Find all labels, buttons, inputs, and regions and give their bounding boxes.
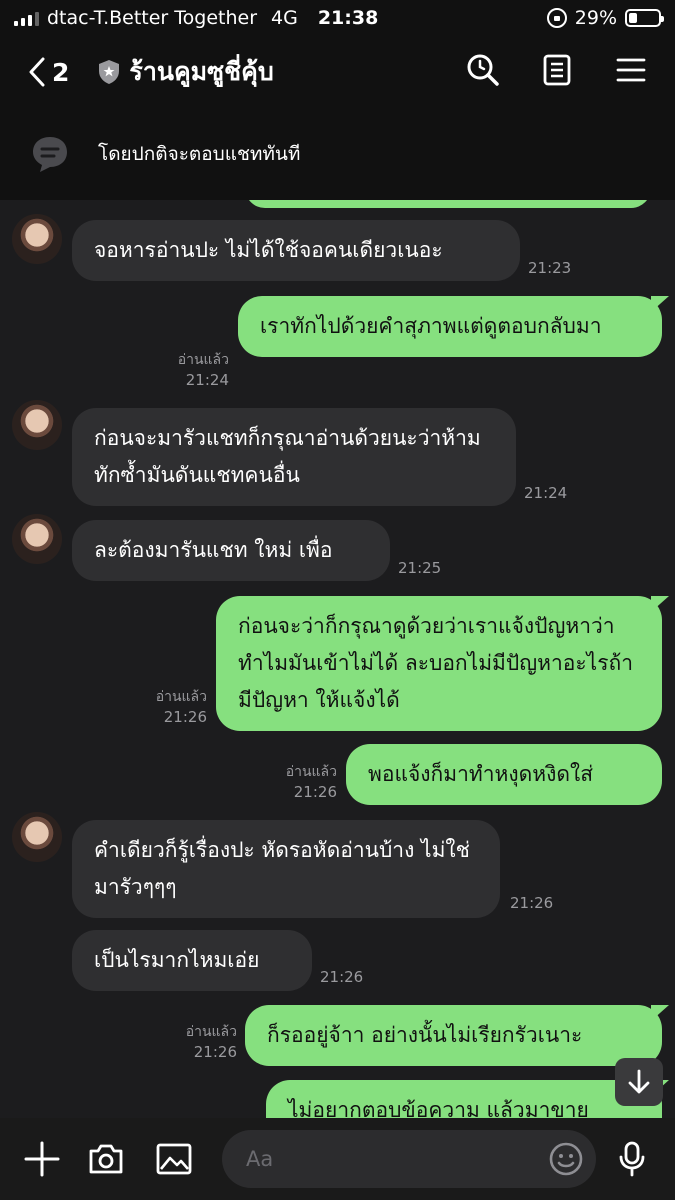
search-icon [467, 54, 499, 86]
chat-bubble-icon [33, 137, 67, 172]
read-status: อ่านแล้ว [185, 1024, 237, 1040]
message-bubble-outgoing[interactable]: ไม่อยากตอบข้อความ แล้วมาขาย [266, 1080, 662, 1118]
network-type: 4G [271, 7, 298, 29]
message-time: 21:24 [185, 371, 229, 389]
message-input-bar [0, 1118, 675, 1200]
arrow-down-icon [628, 1069, 650, 1094]
avatar[interactable] [12, 514, 62, 564]
back-icon [29, 57, 45, 87]
read-status: อ่านแล้ว [285, 764, 337, 780]
message-meta: อ่านแล้ว 21:26 [157, 1022, 237, 1062]
message-bubble-outgoing[interactable]: ก่อนจะว่าก็กรุณาดูด้วยว่าเราแจ้งปัญหาว่า… [216, 596, 662, 731]
notes-button[interactable] [537, 50, 577, 90]
notes-icon [543, 54, 571, 86]
message-time: 21:23 [528, 259, 572, 277]
message-time: 21:26 [293, 783, 337, 801]
scroll-to-bottom-button[interactable] [615, 1058, 663, 1106]
battery-percent: 29% [574, 7, 617, 29]
avatar[interactable] [12, 400, 62, 450]
message-bubble-outgoing-partial [245, 200, 651, 208]
message-bubble-outgoing[interactable]: พอแจ้งก็มาทำหงุดหงิดใส่ [346, 744, 662, 805]
mic-icon [619, 1141, 645, 1177]
read-status: อ่านแล้ว [155, 689, 207, 705]
emoji-button[interactable] [544, 1137, 588, 1181]
message-bubble-incoming[interactable]: คำเดียวก็รู้เรื่องปะ หัดรอหัดอ่านบ้าง ไม… [72, 820, 500, 918]
rotation-lock-icon [546, 8, 567, 28]
clock: 21:38 [317, 7, 379, 29]
notice-text: โดยปกติจะตอบแชททันที [98, 143, 301, 165]
search-button[interactable] [463, 50, 503, 90]
image-icon [156, 1143, 192, 1175]
message-input[interactable] [222, 1130, 596, 1188]
menu-button[interactable] [611, 50, 651, 90]
mic-button[interactable] [610, 1137, 654, 1181]
message-meta: อ่านแล้ว 21:26 [257, 762, 337, 802]
response-notice: โดยปกติจะตอบแชททันที [0, 108, 675, 200]
camera-icon [89, 1144, 123, 1174]
back-button[interactable]: 2 [28, 57, 69, 87]
emoji-icon [549, 1142, 583, 1176]
battery-icon [625, 9, 664, 27]
unread-count: 2 [52, 57, 70, 87]
image-button[interactable] [152, 1137, 196, 1181]
avatar[interactable] [12, 812, 62, 862]
signal-icon [14, 10, 39, 26]
add-button[interactable] [20, 1137, 64, 1181]
message-time: 21:26 [320, 968, 364, 986]
message-time: 21:26 [193, 1043, 237, 1061]
message-bubble-incoming[interactable]: ละต้องมารันแชท ใหม่ เพื่อ [72, 520, 390, 581]
camera-button[interactable] [84, 1137, 128, 1181]
message-bubble-incoming[interactable]: จอหารอ่านปะ ไม่ได้ใช้จอคนเดียวเนอะ [72, 220, 520, 281]
read-status: อ่านแล้ว [177, 352, 229, 368]
message-bubble-outgoing[interactable]: ก็รออยู่จ้าา อย่างนั้นไม่เรียกรัวเนาะ [245, 1005, 662, 1066]
message-bubble-outgoing[interactable]: เราทักไปด้วยคำสุภาพแต่ดูตอบกลับมา [238, 296, 662, 357]
shield-icon [99, 60, 120, 84]
chat-area[interactable]: จอหารอ่านปะ ไม่ได้ใช้จอคนเดียวเนอะ 21:23… [0, 200, 675, 1118]
message-time: 21:25 [398, 559, 442, 577]
message-meta: อ่านแล้ว 21:26 [127, 687, 207, 727]
message-time: 21:24 [524, 484, 568, 502]
message-meta: อ่านแล้ว 21:24 [149, 350, 229, 390]
carrier-name: dtac-T.Better Together [47, 7, 258, 29]
chat-header: 2 ร้านคูมซูชี่คุ้บ [0, 36, 675, 108]
status-bar: dtac-T.Better Together 4G 21:38 29% [0, 0, 675, 36]
menu-icon [616, 58, 646, 82]
message-time: 21:26 [510, 894, 554, 912]
message-bubble-incoming[interactable]: ก่อนจะมารัวแชทก็กรุณาอ่านด้วยนะว่าห้ามทั… [72, 408, 516, 506]
chat-title: ร้านคูมซูชี่คุ้บ [129, 57, 274, 86]
message-time: 21:26 [163, 708, 207, 726]
avatar[interactable] [12, 214, 62, 264]
message-bubble-incoming[interactable]: เป็นไรมากไหมเอ่ย [72, 930, 312, 991]
plus-icon [24, 1141, 60, 1177]
